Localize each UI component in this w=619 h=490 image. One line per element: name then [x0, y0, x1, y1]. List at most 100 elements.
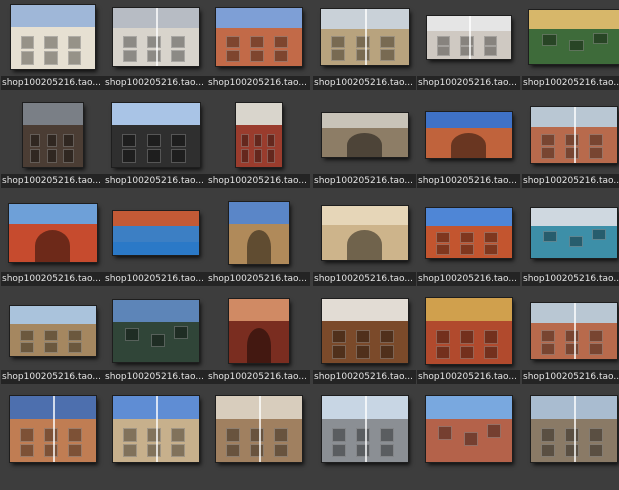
image-window-shape	[122, 35, 137, 49]
image-window-shape	[67, 35, 82, 50]
thumbnail-item[interactable]: shop100205216.tao...	[1, 196, 104, 294]
thumbnail-caption: shop100205216.tao...	[417, 272, 520, 286]
thumbnail-image[interactable]	[530, 303, 617, 359]
thumbnail-image[interactable]	[426, 15, 511, 59]
thumbnail-image[interactable]	[228, 299, 289, 363]
image-window-shape	[20, 35, 35, 50]
thumbnail-item[interactable]: shop100205216.tao...	[313, 294, 416, 392]
thumbnail-image[interactable]	[215, 8, 302, 66]
thumbnail-item[interactable]: shop100205216.tao...	[417, 0, 520, 98]
thumbnail-item[interactable]	[1, 392, 104, 490]
image-window-shape	[588, 147, 603, 160]
thumbnail-item[interactable]: shop100205216.tao...	[207, 98, 310, 196]
thumbnail-item[interactable]	[522, 392, 619, 490]
image-window-shape	[225, 443, 240, 458]
thumbnail-image[interactable]	[215, 396, 302, 462]
image-window-shape	[436, 46, 451, 57]
image-window-shape	[459, 232, 474, 243]
thumbnail-image[interactable]	[321, 206, 408, 260]
thumbnail-item[interactable]: shop100205216.tao...	[1, 294, 104, 392]
thumbnail-caption: shop100205216.tao...	[522, 76, 619, 90]
thumbnail-image[interactable]	[425, 298, 512, 364]
image-window-shape	[331, 443, 346, 458]
image-window-shape	[540, 427, 555, 442]
thumbnail-item[interactable]: shop100205216.tao...	[207, 196, 310, 294]
image-window-shape	[63, 133, 74, 148]
thumbnail-image[interactable]	[321, 299, 408, 363]
thumbnail-item[interactable]: shop100205216.tao...	[417, 98, 520, 196]
image-window-shape	[379, 329, 394, 344]
thumbnail-image[interactable]	[425, 396, 512, 462]
thumbnail-image[interactable]	[228, 202, 289, 264]
thumbnail-item[interactable]: shop100205216.tao...	[313, 0, 416, 98]
thumbnail-item[interactable]: shop100205216.tao...	[1, 98, 104, 196]
thumbnail-image[interactable]	[9, 306, 96, 356]
image-window-shape	[483, 244, 498, 255]
image-split-divider	[364, 9, 367, 65]
thumbnail-image[interactable]	[321, 396, 408, 462]
thumbnail-image[interactable]	[8, 204, 97, 262]
thumbnail-item[interactable]: shop100205216.tao...	[1, 0, 104, 98]
thumbnail-caption: shop100205216.tao...	[522, 370, 619, 384]
thumbnail-frame	[417, 196, 520, 270]
thumbnail-image[interactable]	[112, 300, 199, 362]
thumbnail-image[interactable]	[425, 208, 512, 258]
thumbnail-image[interactable]	[112, 8, 199, 66]
image-window-shape	[225, 49, 240, 63]
thumbnail-image[interactable]	[112, 396, 199, 462]
thumbnail-image[interactable]	[10, 5, 95, 69]
thumbnail-item[interactable]	[104, 392, 207, 490]
thumbnail-caption: shop100205216.tao...	[522, 174, 619, 188]
image-window-shape	[19, 342, 34, 353]
thumbnail-image[interactable]	[321, 113, 408, 157]
image-window-shape	[43, 427, 58, 442]
thumbnail-caption: shop100205216.tao...	[417, 370, 520, 384]
thumbnail-item[interactable]: shop100205216.tao...	[522, 0, 619, 98]
image-window-shape	[459, 345, 474, 360]
image-window-shape	[43, 443, 58, 458]
thumbnail-image[interactable]	[111, 103, 200, 167]
thumbnail-item[interactable]: shop100205216.tao...	[313, 196, 416, 294]
image-window-shape	[564, 443, 579, 458]
image-window-shape	[592, 229, 607, 240]
thumbnail-image[interactable]	[235, 103, 282, 167]
image-window-shape	[438, 425, 453, 440]
thumbnail-item[interactable]: shop100205216.tao...	[207, 294, 310, 392]
thumbnail-image[interactable]	[425, 112, 512, 158]
image-window-shape	[225, 427, 240, 442]
image-window-shape	[29, 149, 41, 163]
image-window-shape	[331, 329, 346, 344]
thumbnail-item[interactable]: shop100205216.tao...	[313, 98, 416, 196]
thumbnail-image[interactable]	[320, 9, 409, 65]
thumbnail-item[interactable]	[207, 392, 310, 490]
thumbnail-item[interactable]: shop100205216.tao...	[104, 196, 207, 294]
thumbnail-image[interactable]	[112, 211, 199, 255]
image-window-shape	[67, 330, 82, 341]
thumbnail-frame	[313, 392, 416, 466]
thumbnail-image[interactable]	[22, 103, 83, 167]
thumbnail-frame	[522, 196, 619, 270]
thumbnail-item[interactable]: shop100205216.tao...	[417, 196, 520, 294]
image-window-shape	[253, 133, 263, 148]
thumbnail-image[interactable]	[9, 396, 96, 462]
thumbnail-item[interactable]: shop100205216.tao...	[522, 196, 619, 294]
thumbnail-frame	[313, 294, 416, 368]
thumbnail-item[interactable]: shop100205216.tao...	[522, 294, 619, 392]
thumbnail-image[interactable]	[530, 208, 617, 258]
thumbnail-image[interactable]	[528, 10, 619, 64]
thumbnail-item[interactable]: shop100205216.tao...	[417, 294, 520, 392]
thumbnail-item[interactable]: shop100205216.tao...	[522, 98, 619, 196]
thumbnail-image[interactable]	[530, 107, 617, 163]
thumbnail-item[interactable]: shop100205216.tao...	[207, 0, 310, 98]
thumbnail-item[interactable]	[417, 392, 520, 490]
thumbnail-image[interactable]	[530, 396, 617, 462]
image-window-shape	[273, 35, 288, 49]
image-window-shape	[122, 133, 137, 148]
thumbnail-frame	[1, 0, 104, 74]
thumbnail-item[interactable]: shop100205216.tao...	[104, 0, 207, 98]
thumbnail-item[interactable]: shop100205216.tao...	[104, 98, 207, 196]
image-arch-shape	[112, 241, 199, 255]
thumbnail-item[interactable]: shop100205216.tao...	[104, 294, 207, 392]
thumbnail-item[interactable]	[313, 392, 416, 490]
image-window-shape	[170, 35, 185, 49]
